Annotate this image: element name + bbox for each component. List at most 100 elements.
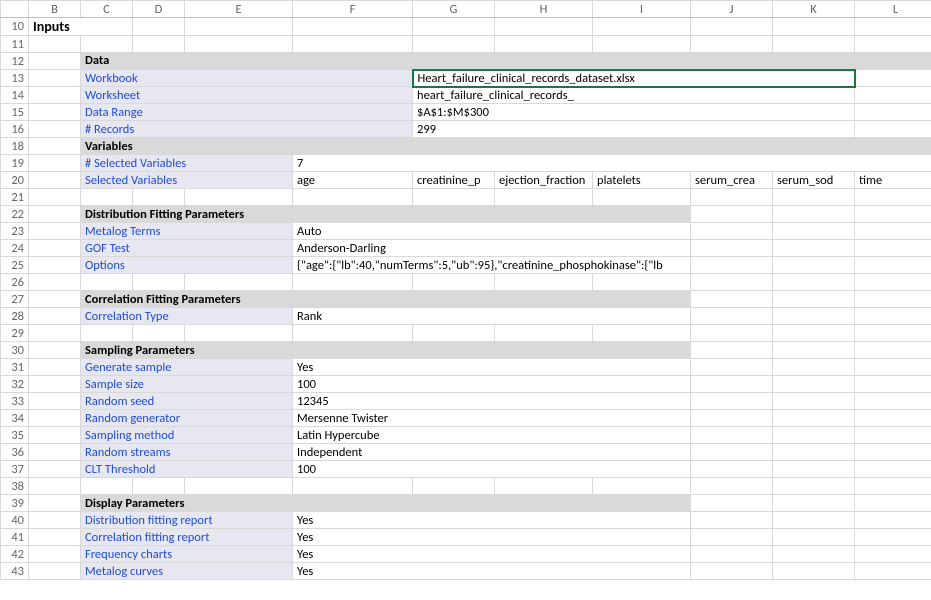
row-header[interactable]: 25 [1, 257, 29, 274]
row-header[interactable]: 39 [1, 495, 29, 512]
label-gof-test[interactable]: GOF Test [81, 240, 293, 257]
value-cell[interactable]: Anderson-Darling [293, 240, 691, 257]
value-cell[interactable]: Latin Hypercube [293, 427, 691, 444]
label-options[interactable]: Options [81, 257, 293, 274]
row-header[interactable]: 22 [1, 206, 29, 223]
row-header[interactable]: 13 [1, 70, 29, 87]
label-freq-charts[interactable]: Frequency charts [81, 546, 293, 563]
section-header-data[interactable]: Data [81, 53, 931, 70]
row-header[interactable]: 30 [1, 342, 29, 359]
section-header-corrfit[interactable]: Correlation Fitting Parameters [81, 291, 691, 308]
label-selected-count[interactable]: # Selected Variables [81, 155, 293, 172]
row-header[interactable]: 35 [1, 427, 29, 444]
row-header[interactable]: 42 [1, 546, 29, 563]
label-random-seed[interactable]: Random seed [81, 393, 293, 410]
value-cell[interactable]: Yes [293, 512, 691, 529]
row-header[interactable]: 21 [1, 189, 29, 206]
worksheet-grid[interactable]: B C D E F G H I J K L 10 Inputs 11 12 Da… [0, 0, 931, 580]
row-header[interactable]: 15 [1, 104, 29, 121]
row-header[interactable]: 34 [1, 410, 29, 427]
var-cell[interactable]: serum_crea [691, 172, 773, 189]
value-cell[interactable]: {"age":{"lb":40,"numTerms":5,"ub":95},"c… [293, 257, 691, 274]
label-random-streams[interactable]: Random streams [81, 444, 293, 461]
value-cell[interactable]: Yes [293, 563, 691, 580]
label-records[interactable]: # Records [81, 121, 413, 138]
row-header[interactable]: 23 [1, 223, 29, 240]
row-header[interactable]: 20 [1, 172, 29, 189]
value-cell[interactable]: 7 [293, 155, 931, 172]
col-header[interactable]: E [185, 1, 293, 18]
value-cell[interactable]: Rank [293, 308, 691, 325]
value-cell[interactable]: Independent [293, 444, 691, 461]
row-header[interactable]: 12 [1, 53, 29, 70]
col-header[interactable]: H [495, 1, 593, 18]
corner-cell[interactable] [1, 1, 29, 18]
section-header-distfit[interactable]: Distribution Fitting Parameters [81, 206, 691, 223]
label-metalog-terms[interactable]: Metalog Terms [81, 223, 293, 240]
value-cell[interactable]: 100 [293, 376, 691, 393]
col-header[interactable]: C [81, 1, 133, 18]
row-header[interactable]: 37 [1, 461, 29, 478]
col-header[interactable]: L [855, 1, 931, 18]
row-header[interactable]: 29 [1, 325, 29, 342]
label-metalog-curves[interactable]: Metalog curves [81, 563, 293, 580]
row-header[interactable]: 11 [1, 36, 29, 53]
value-cell[interactable]: 299 [413, 121, 855, 138]
col-header[interactable]: F [293, 1, 413, 18]
value-cell[interactable]: Yes [293, 529, 691, 546]
row-header[interactable]: 26 [1, 274, 29, 291]
row-header[interactable]: 24 [1, 240, 29, 257]
label-corr-type[interactable]: Correlation Type [81, 308, 293, 325]
row-header[interactable]: 32 [1, 376, 29, 393]
section-header-sampling[interactable]: Sampling Parameters [81, 342, 691, 359]
col-header[interactable]: I [593, 1, 691, 18]
row-header[interactable]: 40 [1, 512, 29, 529]
label-sampling-method[interactable]: Sampling method [81, 427, 293, 444]
label-workbook[interactable]: Workbook [81, 70, 413, 87]
var-cell[interactable]: serum_sod [773, 172, 855, 189]
col-header[interactable]: G [413, 1, 495, 18]
var-cell[interactable]: age [293, 172, 413, 189]
section-header-variables[interactable]: Variables [81, 138, 931, 155]
value-cell[interactable]: 12345 [293, 393, 691, 410]
value-cell[interactable]: $A$1:$M$300 [413, 104, 855, 121]
row-header[interactable]: 16 [1, 121, 29, 138]
col-header[interactable]: D [133, 1, 185, 18]
var-cell[interactable]: platelets [593, 172, 691, 189]
label-corr-report[interactable]: Correlation fitting report [81, 529, 293, 546]
row-header[interactable]: 36 [1, 444, 29, 461]
label-random-generator[interactable]: Random generator [81, 410, 293, 427]
row-header[interactable]: 14 [1, 87, 29, 104]
var-cell[interactable]: ejection_fraction [495, 172, 593, 189]
page-title[interactable]: Inputs [29, 18, 133, 36]
label-dist-report[interactable]: Distribution fitting report [81, 512, 293, 529]
value-cell[interactable]: 100 [293, 461, 691, 478]
row-header[interactable]: 28 [1, 308, 29, 325]
row-header[interactable]: 43 [1, 563, 29, 580]
row-header[interactable]: 18 [1, 138, 29, 155]
var-cell[interactable]: time [855, 172, 931, 189]
label-worksheet[interactable]: Worksheet [81, 87, 413, 104]
section-header-display[interactable]: Display Parameters [81, 495, 691, 512]
label-sample-size[interactable]: Sample size [81, 376, 293, 393]
value-cell[interactable]: heart_failure_clinical_records_ [413, 87, 855, 104]
col-header[interactable]: B [29, 1, 81, 18]
col-header[interactable]: J [691, 1, 773, 18]
row-header[interactable]: 10 [1, 18, 29, 36]
row-header[interactable]: 33 [1, 393, 29, 410]
row-header[interactable]: 27 [1, 291, 29, 308]
label-generate-sample[interactable]: Generate sample [81, 359, 293, 376]
row-header[interactable]: 31 [1, 359, 29, 376]
row-header[interactable]: 41 [1, 529, 29, 546]
label-clt-threshold[interactable]: CLT Threshold [81, 461, 293, 478]
value-cell[interactable]: Yes [293, 359, 691, 376]
value-cell[interactable]: Yes [293, 546, 691, 563]
label-data-range[interactable]: Data Range [81, 104, 413, 121]
label-selected-vars[interactable]: Selected Variables [81, 172, 293, 189]
var-cell[interactable]: creatinine_p [413, 172, 495, 189]
value-cell[interactable]: Mersenne Twister [293, 410, 691, 427]
row-header[interactable]: 38 [1, 478, 29, 495]
selected-cell[interactable]: Heart_failure_clinical_records_dataset.x… [413, 70, 855, 87]
col-header[interactable]: K [773, 1, 855, 18]
row-header[interactable]: 19 [1, 155, 29, 172]
